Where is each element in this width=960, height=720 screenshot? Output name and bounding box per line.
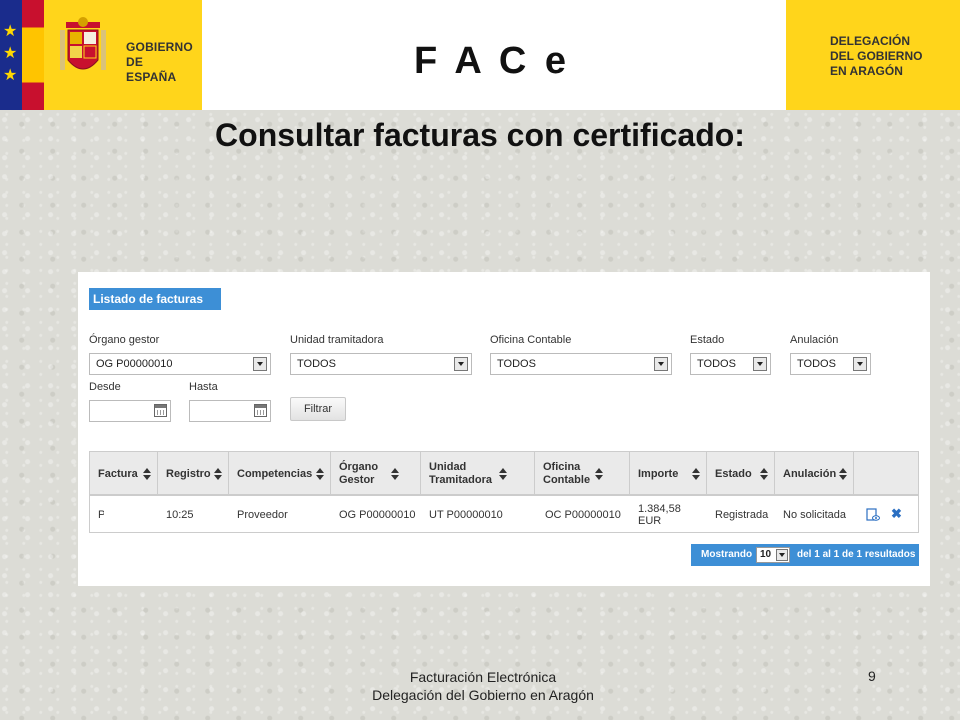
filtrar-button[interactable]: Filtrar	[290, 397, 346, 421]
calendar-icon[interactable]	[254, 404, 267, 417]
cell-unidad: UT P00000010	[429, 509, 503, 521]
cell-estado: Registrada	[715, 509, 769, 521]
oficina-select[interactable]: TODOS	[490, 353, 672, 375]
invoice-list-panel: Listado de facturas Órgano gestor OG P00…	[78, 272, 930, 586]
chevron-down-icon[interactable]	[776, 549, 788, 561]
col-unidad-tramitadora[interactable]: Unidad Tramitadora	[421, 452, 535, 496]
slide-footer: Facturación Electrónica Delegación del G…	[0, 668, 960, 704]
footer-line-2: Delegación del Gobierno en Aragón	[372, 687, 594, 703]
cell-organo: OG P00000010	[339, 509, 416, 521]
table-row[interactable]: P/ /2 10:25 Proveedor OG P00000010 UT P0…	[90, 498, 918, 532]
anulacion-select[interactable]: TODOS	[790, 353, 871, 375]
cell-factura: P/ /2	[90, 498, 158, 532]
sort-icon[interactable]	[499, 468, 507, 480]
slide-header: ★ ★ ★ GOBIERNO DE ESPAÑA F A C e DELEGAC…	[0, 0, 960, 110]
sort-icon[interactable]	[595, 468, 603, 480]
estado-label: Estado	[690, 334, 725, 346]
estado-value: TODOS	[697, 358, 736, 370]
cell-importe: 1.384,58 EUR	[638, 503, 681, 527]
footer-line-1: Facturación Electrónica	[409, 669, 557, 685]
delegacion-logo-text: DELEGACIÓN DEL GOBIERNO EN ARAGÓN	[830, 34, 923, 78]
pager-summary: del 1 al 1 de 1 resultados	[797, 549, 916, 560]
sort-icon[interactable]	[143, 468, 151, 480]
desde-date-input[interactable]	[89, 400, 171, 422]
cell-oficina: OC P00000010	[545, 509, 621, 521]
oficina-value: TODOS	[497, 358, 536, 370]
slide-title: Consultar facturas con certificado:	[215, 117, 745, 153]
chevron-down-icon[interactable]	[253, 357, 267, 371]
anulacion-label: Anulación	[790, 334, 839, 346]
page-size-select[interactable]: 10	[756, 547, 790, 563]
invoices-table: Factura Registro Competencias Órgano Ges…	[89, 451, 919, 533]
chevron-down-icon[interactable]	[454, 357, 468, 371]
close-icon[interactable]: ✖	[891, 507, 903, 521]
chevron-down-icon[interactable]	[853, 357, 867, 371]
page-size-value: 10	[760, 549, 772, 560]
organo-select[interactable]: OG P00000010	[89, 353, 271, 375]
estado-select[interactable]: TODOS	[690, 353, 771, 375]
hasta-label: Hasta	[189, 381, 218, 393]
col-competencias[interactable]: Competencias	[229, 452, 331, 496]
col-estado[interactable]: Estado	[707, 452, 775, 496]
desde-label: Desde	[89, 381, 121, 393]
col-actions	[854, 452, 918, 496]
unidad-select[interactable]: TODOS	[290, 353, 472, 375]
col-organo-gestor[interactable]: Órgano Gestor	[331, 452, 421, 496]
col-importe[interactable]: Importe	[630, 452, 707, 496]
unidad-label: Unidad tramitadora	[290, 334, 384, 346]
page-number: 9	[868, 668, 876, 684]
col-registro[interactable]: Registro	[158, 452, 229, 496]
table-header: Factura Registro Competencias Órgano Ges…	[90, 452, 918, 496]
chevron-down-icon[interactable]	[753, 357, 767, 371]
pagination-bar: Mostrando 10 del 1 al 1 de 1 resultados	[691, 544, 919, 566]
sort-icon[interactable]	[316, 468, 324, 480]
oficina-label: Oficina Contable	[490, 334, 572, 346]
organo-value: OG P00000010	[96, 358, 173, 370]
sort-icon[interactable]	[391, 468, 399, 480]
sort-icon[interactable]	[760, 468, 768, 480]
delegacion-logo: DELEGACIÓN DEL GOBIERNO EN ARAGÓN	[786, 0, 960, 110]
sort-icon[interactable]	[839, 468, 847, 480]
pager-prefix: Mostrando	[701, 549, 753, 560]
panel-header: Listado de facturas	[89, 288, 221, 310]
col-anulacion[interactable]: Anulación	[775, 452, 854, 496]
redaction-mark	[104, 508, 124, 523]
unidad-value: TODOS	[297, 358, 336, 370]
view-icon[interactable]	[866, 508, 880, 522]
cell-anulacion: No solicitada	[783, 509, 846, 521]
chevron-down-icon[interactable]	[654, 357, 668, 371]
anulacion-value: TODOS	[797, 358, 836, 370]
col-oficina-contable[interactable]: Oficina Contable	[535, 452, 630, 496]
hasta-date-input[interactable]	[189, 400, 271, 422]
sort-icon[interactable]	[692, 468, 700, 480]
cell-registro: 10:25	[166, 509, 194, 521]
cell-competencias: Proveedor	[237, 509, 288, 521]
sort-icon[interactable]	[214, 468, 222, 480]
col-factura[interactable]: Factura	[90, 452, 158, 496]
organo-label: Órgano gestor	[89, 334, 160, 346]
calendar-icon[interactable]	[154, 404, 167, 417]
